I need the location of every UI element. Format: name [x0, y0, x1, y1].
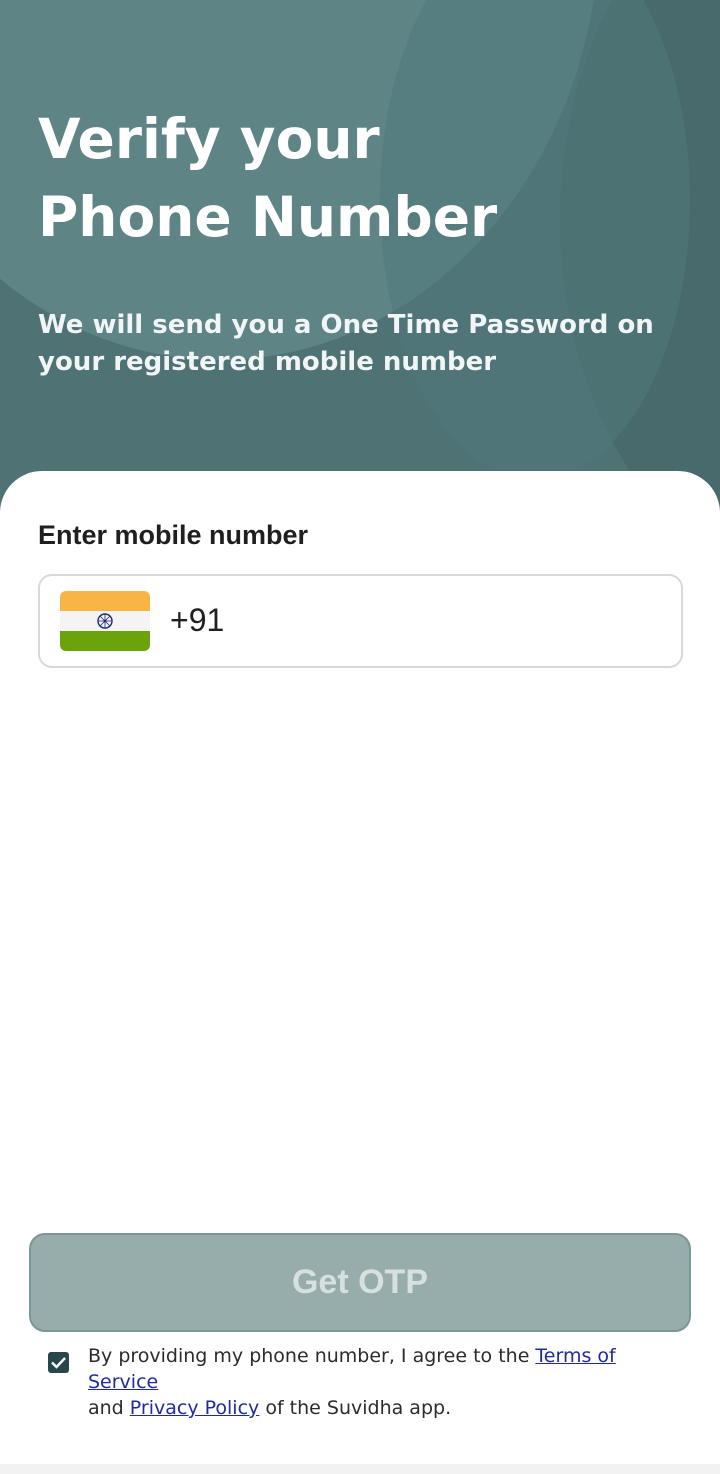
ashoka-chakra-icon	[97, 613, 113, 629]
mobile-number-input[interactable]: +91	[38, 574, 683, 668]
consent-text: By providing my phone number, I agree to…	[88, 1345, 616, 1419]
mobile-number-label: Enter mobile number	[38, 520, 309, 550]
page-title-line1: Verify your	[38, 107, 380, 171]
privacy-policy-link[interactable]: Privacy Policy	[130, 1397, 259, 1419]
consent-checkbox[interactable]	[48, 1352, 69, 1373]
check-icon	[51, 1357, 66, 1369]
verify-phone-screen: Verify your Phone Number We will send yo…	[0, 0, 720, 1474]
page-subtitle: We will send you a One Time Password on …	[38, 310, 654, 377]
page-title: Verify your Phone Number	[38, 100, 658, 256]
header-banner: Verify your Phone Number We will send yo…	[0, 0, 720, 520]
country-code: +91	[170, 602, 225, 638]
bottom-bar	[0, 1464, 720, 1474]
get-otp-button[interactable]: Get OTP	[29, 1233, 691, 1332]
page-title-line2: Phone Number	[38, 185, 498, 249]
india-flag-icon[interactable]	[60, 591, 150, 651]
